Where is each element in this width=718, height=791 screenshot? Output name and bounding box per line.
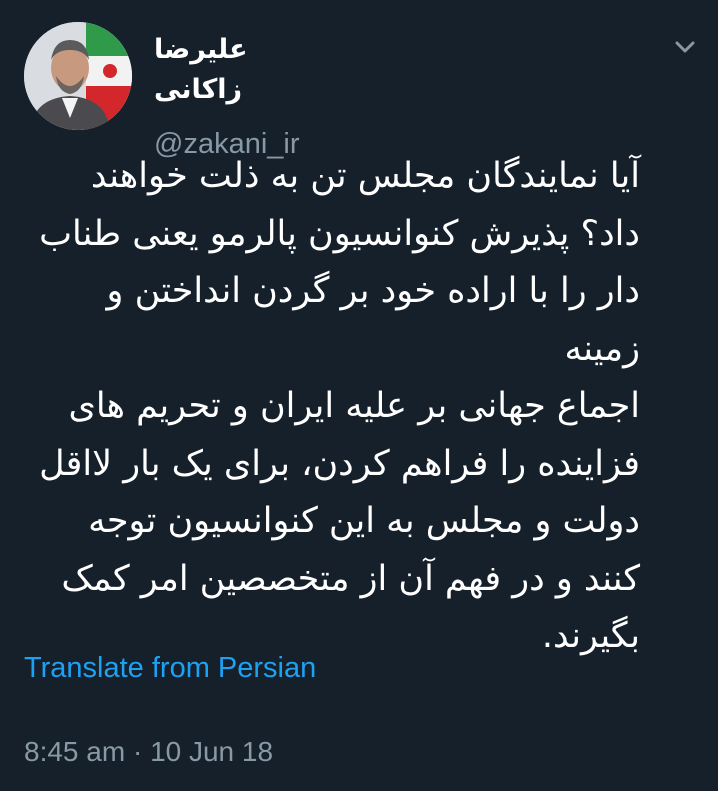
tweet-timestamp[interactable]: 8:45 am · 10 Jun 18 (24, 732, 273, 772)
tweet-text: آیا نمایندگان مجلس تن به ذلت خواهند داد؟… (39, 156, 640, 656)
tweet-date: 10 Jun 18 (150, 736, 274, 767)
avatar-image (24, 22, 132, 130)
tweet-card: علیرضا زاکانی @zakani_ir آیا نمایندگان م… (0, 0, 718, 791)
meta-separator: · (125, 736, 151, 767)
display-name[interactable]: علیرضا زاکانی (154, 30, 344, 110)
chevron-down-icon[interactable] (672, 34, 698, 60)
translate-link[interactable]: Translate from Persian (24, 648, 316, 688)
user-info: علیرضا زاکانی @zakani_ir (154, 30, 554, 164)
tweet-header: علیرضا زاکانی @zakani_ir (24, 22, 700, 160)
avatar[interactable] (24, 22, 132, 130)
tweet-time: 8:45 am (24, 736, 126, 767)
chevron-down-icon-glyph (675, 41, 695, 53)
